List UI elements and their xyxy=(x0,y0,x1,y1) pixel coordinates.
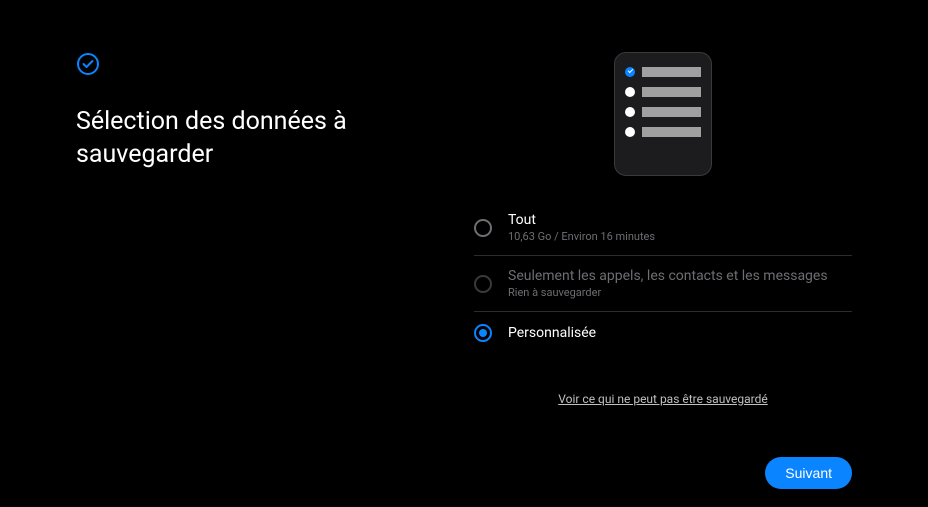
checkmark-circle-icon xyxy=(76,52,410,80)
option-title: Tout xyxy=(508,212,655,228)
backup-options-list: Tout 10,63 Go / Environ 16 minutes Seule… xyxy=(474,200,852,354)
next-button[interactable]: Suivant xyxy=(765,457,852,489)
option-custom[interactable]: Personnalisée xyxy=(474,312,852,354)
option-all[interactable]: Tout 10,63 Go / Environ 16 minutes xyxy=(474,200,852,256)
page-title: Sélection des données à sauvegarder xyxy=(76,106,410,171)
radio-icon xyxy=(474,275,492,293)
unsupported-items-link-container: Voir ce qui ne peut pas être sauvegardé xyxy=(474,388,852,407)
radio-icon xyxy=(474,219,492,237)
radio-icon xyxy=(474,324,492,342)
option-subtitle: 10,63 Go / Environ 16 minutes xyxy=(508,230,655,243)
unsupported-items-link[interactable]: Voir ce qui ne peut pas être sauvegardé xyxy=(558,392,768,406)
backup-list-illustration xyxy=(474,52,852,176)
option-subtitle: Rien à sauvegarder xyxy=(508,286,828,299)
option-title: Personnalisée xyxy=(508,325,596,341)
option-calls-contacts-messages: Seulement les appels, les contacts et le… xyxy=(474,256,852,312)
option-title: Seulement les appels, les contacts et le… xyxy=(508,268,828,284)
